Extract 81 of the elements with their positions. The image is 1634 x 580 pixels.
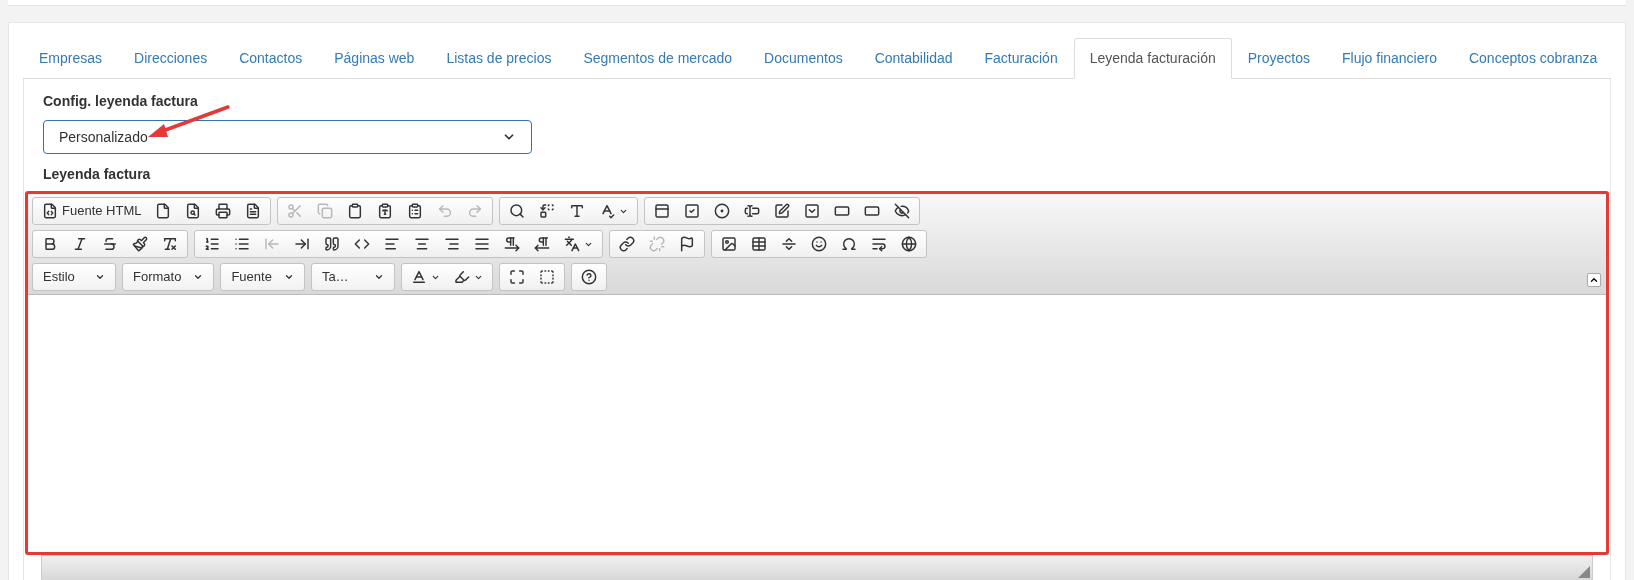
hidden-field-icon <box>894 203 911 219</box>
caret-icon <box>283 272 294 282</box>
blank-page-icon <box>155 203 172 219</box>
table-icon <box>751 236 767 252</box>
globe-icon <box>901 236 917 252</box>
select-field[interactable]: Personalizado <box>43 120 532 154</box>
document-icon <box>245 203 262 219</box>
paintbrush-icon <box>132 236 148 252</box>
printer-icon <box>215 203 232 219</box>
caret-icon <box>373 272 384 282</box>
tab[interactable]: Direcciones <box>118 38 224 79</box>
omega-icon <box>841 236 857 252</box>
clipboard-text-icon <box>377 203 394 219</box>
numbered-list-icon <box>204 236 220 252</box>
tab[interactable]: Empresas <box>23 38 119 79</box>
caret-icon <box>193 272 204 282</box>
tab[interactable]: Conceptos cobranza <box>1452 38 1614 79</box>
maximize-icon <box>508 269 525 285</box>
link-icon <box>619 236 635 252</box>
align-left-icon <box>384 236 400 252</box>
clipboard-icon <box>347 203 364 219</box>
replace-icon <box>539 203 556 219</box>
caret-icon <box>95 272 105 282</box>
remove-format-icon <box>162 236 178 252</box>
tab[interactable]: Leyenda facturación <box>1073 38 1232 79</box>
help-icon <box>580 269 597 285</box>
spellcheck-icon <box>599 203 616 219</box>
quote-icon <box>324 236 340 252</box>
tab[interactable]: Proyectos <box>1231 38 1327 79</box>
text-area-icon <box>774 203 791 219</box>
radio-icon <box>714 203 731 219</box>
align-right-icon <box>444 236 460 252</box>
smiley-icon <box>811 236 827 252</box>
collapse-toolbar-button[interactable] <box>1587 273 1601 287</box>
show-blocks-icon <box>538 269 555 285</box>
caret-up-icon <box>1589 275 1599 285</box>
text-field-icon <box>744 203 761 219</box>
tab[interactable]: Páginas web <box>318 38 431 79</box>
preview-icon <box>185 203 202 219</box>
search-icon <box>509 203 526 219</box>
strikethrough-icon <box>102 236 118 252</box>
field-label: Leyenda factura <box>43 165 151 184</box>
field-label: Config. leyenda factura <box>43 92 198 111</box>
tab[interactable]: Segmentos de mercado <box>567 38 749 79</box>
redo-icon <box>467 203 484 219</box>
code-file-icon <box>42 203 58 219</box>
italic-icon <box>72 236 88 252</box>
bold-icon <box>42 236 58 252</box>
resize-grip-icon[interactable] <box>1578 566 1590 578</box>
tab[interactable]: Contactos <box>223 38 319 79</box>
highlighter-icon <box>453 269 470 285</box>
undo-icon <box>437 203 454 219</box>
flag-icon <box>679 236 695 252</box>
outdent-icon <box>264 236 280 252</box>
form-icon <box>654 203 671 219</box>
toolbar-button[interactable]: Fuente HTML <box>35 198 149 224</box>
justify-icon <box>474 236 490 252</box>
page-break-icon <box>871 236 887 252</box>
checkbox-icon <box>684 203 701 219</box>
tab[interactable]: Documentos <box>748 38 859 79</box>
scissors-icon <box>287 203 304 219</box>
button-shape-icon <box>834 203 851 219</box>
bulleted-list-icon <box>234 236 250 252</box>
select-field-icon <box>804 203 821 219</box>
tab[interactable]: Listas de precios <box>430 38 568 79</box>
div-icon <box>354 236 370 252</box>
horizontal-line-icon <box>781 236 797 252</box>
language-icon <box>564 236 580 252</box>
tab[interactable]: Contabilidad <box>858 38 969 79</box>
select-value: Personalizado <box>59 127 148 147</box>
align-center-icon <box>414 236 430 252</box>
unlink-icon <box>649 236 665 252</box>
indent-icon <box>294 236 310 252</box>
image-icon <box>721 236 737 252</box>
pilcrow-left-icon <box>534 236 550 252</box>
tab[interactable]: Flujo financiero <box>1326 38 1453 79</box>
text-color-icon <box>410 269 427 285</box>
clipboard-list-icon <box>407 203 424 219</box>
tab[interactable]: Facturación <box>968 38 1074 79</box>
copy-icon <box>317 203 334 219</box>
pilcrow-right-icon <box>504 236 520 252</box>
